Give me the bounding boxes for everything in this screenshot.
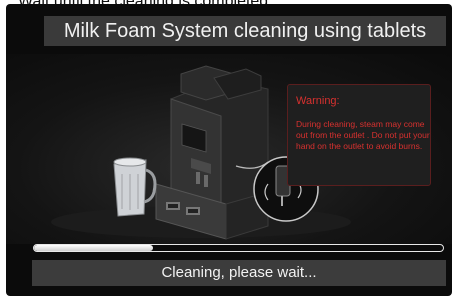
page-title: Milk Foam System cleaning using tablets xyxy=(63,20,427,42)
warning-title: Warning: xyxy=(296,95,340,107)
warning-message: During cleaning, steam may come out from… xyxy=(296,119,430,151)
progress-fill xyxy=(34,245,153,251)
display-panel: Milk Foam System cleaning using tablets xyxy=(6,4,452,296)
status-bar: Cleaning, please wait... xyxy=(32,260,446,286)
status-message: Cleaning, please wait... xyxy=(161,264,317,281)
progress-bar xyxy=(33,244,444,252)
cleaning-screen: Wait until the cleaning is completed. Mi… xyxy=(0,0,454,298)
illustration-area: Warning: During cleaning, steam may come… xyxy=(6,54,452,244)
warning-box: Warning: During cleaning, steam may come… xyxy=(287,84,431,186)
title-bar: Milk Foam System cleaning using tablets xyxy=(44,16,446,46)
